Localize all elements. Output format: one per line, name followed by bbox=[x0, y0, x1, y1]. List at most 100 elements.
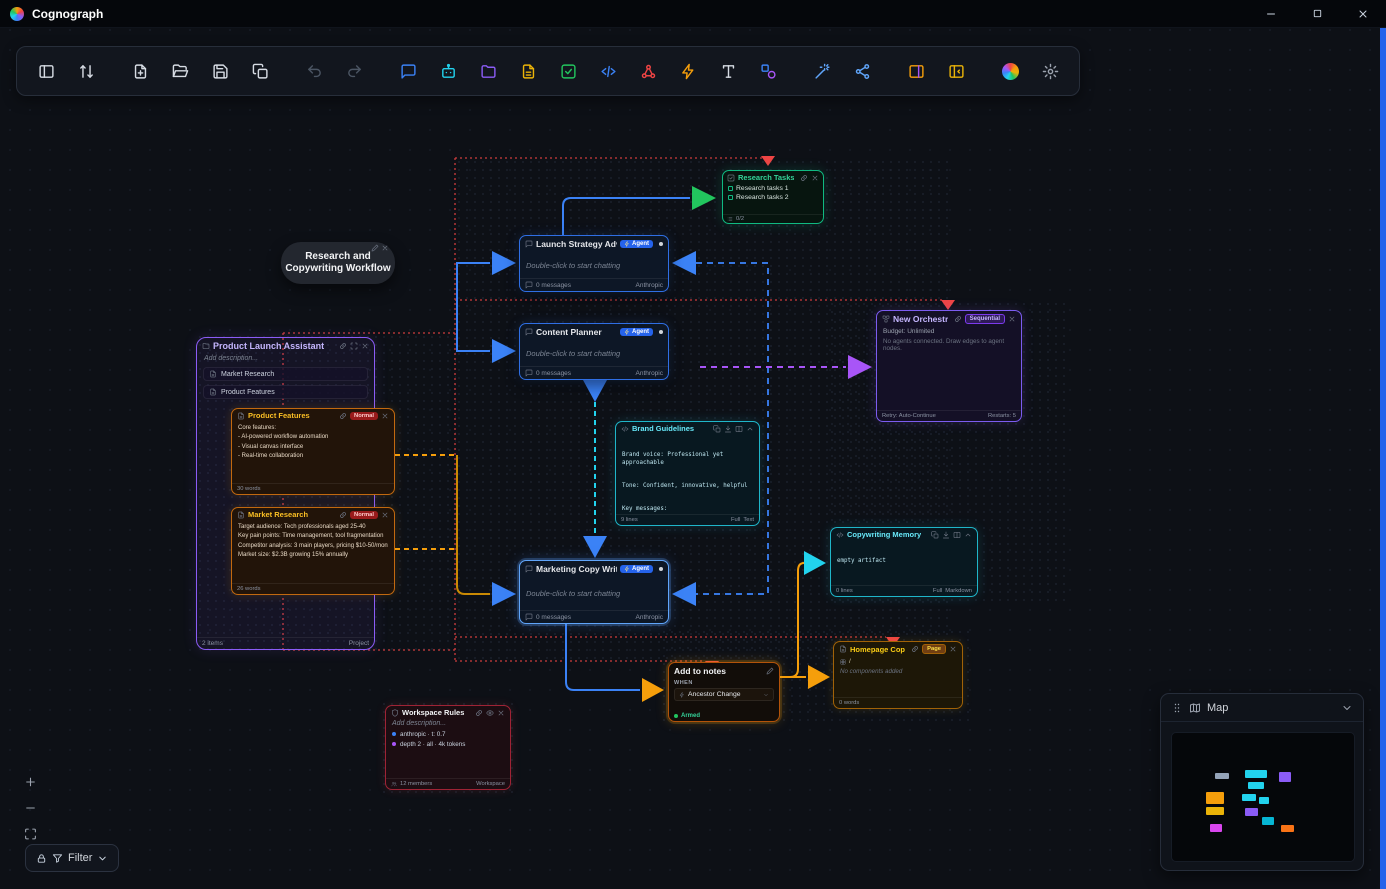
minimap-panel[interactable]: Map bbox=[1160, 693, 1364, 871]
palette-button[interactable] bbox=[993, 54, 1027, 88]
chat-hint[interactable]: Double-click to start chatting bbox=[520, 340, 668, 366]
node-brand-guidelines[interactable]: Brand Guidelines Brand voice: Profession… bbox=[615, 421, 760, 526]
checkbox-icon[interactable] bbox=[728, 186, 733, 191]
task-row[interactable]: Research tasks 2 bbox=[728, 193, 818, 202]
close-icon[interactable] bbox=[381, 412, 389, 420]
download-icon[interactable] bbox=[724, 425, 732, 433]
close-icon[interactable] bbox=[381, 244, 389, 252]
workflow-label[interactable]: Research and Copywriting Workflow bbox=[281, 242, 395, 284]
rule-row[interactable]: anthropic · t: 0.7 bbox=[392, 729, 504, 739]
maximize-button[interactable] bbox=[1294, 0, 1340, 27]
add-task-node-button[interactable] bbox=[551, 54, 585, 88]
add-bot-node-button[interactable] bbox=[431, 54, 465, 88]
note-content[interactable]: Core features: - AI-powered workflow aut… bbox=[232, 422, 394, 483]
collapse-icon[interactable] bbox=[964, 531, 972, 539]
add-folder-node-button[interactable] bbox=[471, 54, 505, 88]
node-workspace-rules[interactable]: Workspace Rules Add description... anthr… bbox=[385, 705, 511, 790]
node-marketing-copy-writer[interactable]: Marketing Copy Writer Agent Double-click… bbox=[519, 560, 669, 624]
close-icon[interactable] bbox=[497, 709, 505, 717]
link-icon[interactable] bbox=[800, 174, 808, 182]
language-label[interactable]: Markdown bbox=[945, 588, 972, 594]
mode-badge[interactable]: Sequential bbox=[965, 314, 1005, 324]
view-mode[interactable]: Full bbox=[731, 517, 740, 523]
add-network-node-button[interactable] bbox=[631, 54, 665, 88]
close-icon[interactable] bbox=[381, 511, 389, 519]
checkbox-icon[interactable] bbox=[728, 195, 733, 200]
link-icon[interactable] bbox=[339, 412, 347, 420]
add-code-node-button[interactable] bbox=[591, 54, 625, 88]
split-view-icon[interactable] bbox=[953, 531, 961, 539]
add-chat-node-button[interactable] bbox=[391, 54, 425, 88]
add-text-node-button[interactable] bbox=[711, 54, 745, 88]
priority-badge[interactable]: Normal bbox=[350, 412, 378, 420]
edit-icon[interactable] bbox=[766, 667, 774, 675]
undo-button[interactable] bbox=[297, 54, 331, 88]
zoom-in-button[interactable] bbox=[18, 770, 42, 792]
project-item[interactable]: Market Research bbox=[203, 367, 368, 381]
collapse-panel-button[interactable] bbox=[939, 54, 973, 88]
close-icon[interactable] bbox=[1008, 315, 1016, 323]
language-label[interactable]: Text bbox=[743, 517, 754, 523]
drag-handle-icon[interactable] bbox=[1171, 702, 1183, 714]
trigger-select[interactable]: Ancestor Change bbox=[674, 688, 774, 701]
settings-button[interactable] bbox=[1033, 54, 1067, 88]
rule-row[interactable]: depth 2 · all · 4k tokens bbox=[392, 739, 504, 749]
minimap-viewport[interactable] bbox=[1171, 732, 1355, 862]
node-new-orchestrator[interactable]: New Orchestrator Sequential Budget: Unli… bbox=[876, 310, 1022, 422]
close-icon[interactable] bbox=[811, 174, 819, 182]
redo-button[interactable] bbox=[337, 54, 371, 88]
copy-icon[interactable] bbox=[931, 531, 939, 539]
magic-wand-button[interactable] bbox=[805, 54, 839, 88]
collapse-icon[interactable] bbox=[746, 425, 754, 433]
expand-icon[interactable] bbox=[350, 342, 358, 350]
split-view-icon[interactable] bbox=[735, 425, 743, 433]
node-add-to-notes[interactable]: Add to notes WHEN Ancestor Change Armed bbox=[668, 662, 780, 722]
collapse-minimap-icon[interactable] bbox=[1341, 702, 1353, 714]
close-icon[interactable] bbox=[361, 342, 369, 350]
minimize-button[interactable] bbox=[1248, 0, 1294, 27]
add-trigger-node-button[interactable] bbox=[671, 54, 705, 88]
task-row[interactable]: Research tasks 1 bbox=[728, 184, 818, 193]
code-content[interactable]: empty artifact bbox=[831, 541, 977, 585]
new-file-button[interactable] bbox=[123, 54, 157, 88]
project-item[interactable]: Product Features bbox=[203, 385, 368, 399]
side-panel-toggle-strip[interactable] bbox=[1380, 28, 1386, 889]
node-research-tasks[interactable]: Research Tasks Research tasks 1 Research… bbox=[722, 170, 824, 224]
minimap-header[interactable]: Map bbox=[1161, 694, 1363, 722]
download-icon[interactable] bbox=[942, 531, 950, 539]
project-description[interactable]: Add description... bbox=[197, 354, 374, 365]
node-product-features[interactable]: Product Features Normal Core features: -… bbox=[231, 408, 395, 495]
duplicate-button[interactable] bbox=[243, 54, 277, 88]
priority-badge[interactable]: Normal bbox=[350, 511, 378, 519]
link-icon[interactable] bbox=[911, 645, 919, 653]
eye-icon[interactable] bbox=[486, 709, 494, 717]
close-button[interactable] bbox=[1340, 0, 1386, 27]
node-content-planner[interactable]: Content Planner Agent Double-click to st… bbox=[519, 323, 669, 380]
node-homepage-copy[interactable]: Homepage Copy Page / No components added… bbox=[833, 641, 963, 709]
link-icon[interactable] bbox=[954, 315, 962, 323]
zoom-out-button[interactable] bbox=[18, 796, 42, 818]
link-icon[interactable] bbox=[339, 342, 347, 350]
save-button[interactable] bbox=[203, 54, 237, 88]
node-market-research[interactable]: Market Research Normal Target audience: … bbox=[231, 507, 395, 595]
filter-button[interactable]: Filter bbox=[25, 844, 119, 872]
close-icon[interactable] bbox=[949, 645, 957, 653]
view-mode[interactable]: Full bbox=[933, 588, 942, 594]
add-shapes-node-button[interactable] bbox=[751, 54, 785, 88]
link-icon[interactable] bbox=[339, 511, 347, 519]
open-folder-button[interactable] bbox=[163, 54, 197, 88]
sort-arrows-button[interactable] bbox=[69, 54, 103, 88]
copy-icon[interactable] bbox=[713, 425, 721, 433]
node-copywriting-memory[interactable]: Copywriting Memory empty artifact 0 line… bbox=[830, 527, 978, 597]
note-content[interactable]: Target audience: Tech professionals aged… bbox=[232, 521, 394, 583]
add-document-node-button[interactable] bbox=[511, 54, 545, 88]
chat-hint[interactable]: Double-click to start chatting bbox=[520, 252, 668, 278]
code-content[interactable]: Brand voice: Professional yet approachab… bbox=[616, 435, 759, 514]
panel-left-button[interactable] bbox=[29, 54, 63, 88]
panel-right-button[interactable] bbox=[899, 54, 933, 88]
edit-icon[interactable] bbox=[371, 244, 379, 252]
chat-hint[interactable]: Double-click to start chatting bbox=[520, 577, 668, 610]
share-graph-button[interactable] bbox=[845, 54, 879, 88]
fit-view-button[interactable] bbox=[18, 822, 42, 844]
node-launch-strategy-advisor[interactable]: Launch Strategy Advisor Agent Double-cli… bbox=[519, 235, 669, 292]
